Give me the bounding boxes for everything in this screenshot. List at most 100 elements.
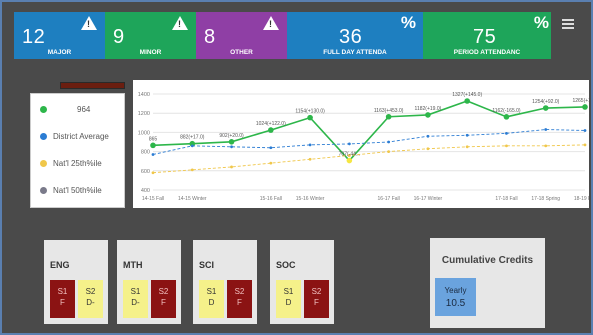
- tile-period-attendance[interactable]: 75 % PERIOD ATTENDANC: [423, 12, 551, 59]
- term-label: S2: [234, 287, 245, 296]
- x-tick-label: 16-17 Fall: [378, 196, 400, 202]
- y-tick-label: 1200: [138, 111, 150, 117]
- data-label: 1154(+130.0): [295, 109, 325, 115]
- data-point: [230, 145, 233, 149]
- data-point: [269, 146, 273, 150]
- x-tick-label: 17-18 Fall: [495, 196, 517, 202]
- data-label: 1265(+11.0: [572, 98, 589, 104]
- data-label: 1254(+92.0): [532, 99, 559, 105]
- subject-title: MTH: [123, 260, 143, 270]
- data-point: [385, 113, 392, 120]
- grade-value: D-: [131, 298, 140, 307]
- tile-label: MINOR: [139, 49, 162, 56]
- percent-icon: %: [400, 13, 416, 32]
- legend-item-student[interactable]: 964: [40, 105, 90, 114]
- subject-card-mth[interactable]: MTH S1 D- S2 F: [117, 240, 181, 324]
- data-point: [465, 133, 469, 137]
- grade-value: F: [237, 298, 242, 307]
- summary-tiles: 12 ! MAJOR 9 ! MINOR 8 ! OTHER 36 % FULL…: [14, 12, 551, 59]
- x-tick-label: 17-18 Spring: [531, 196, 560, 202]
- subject-card-sci[interactable]: SCI S1 D S2 F: [193, 240, 257, 324]
- y-tick-label: 800: [141, 150, 150, 156]
- data-point: [465, 145, 469, 149]
- tile-full-day-attendance[interactable]: 36 % FULL DAY ATTENDA: [287, 12, 423, 59]
- y-tick-label: 1400: [138, 92, 150, 98]
- tile-value: 12: [22, 26, 46, 48]
- data-point: [544, 128, 548, 131]
- tile-label: FULL DAY ATTENDA: [323, 49, 387, 56]
- grade-s1[interactable]: S1 D-: [123, 280, 148, 318]
- subject-title: SOC: [276, 260, 296, 270]
- grade-value: D: [285, 298, 292, 307]
- grade-s2[interactable]: S2 F: [304, 280, 329, 318]
- data-point: [308, 157, 312, 161]
- grade-value: F: [161, 298, 166, 307]
- data-point: [347, 142, 351, 146]
- cumulative-credits-card[interactable]: Cumulative Credits Yearly 10.5: [430, 238, 545, 328]
- tile-other[interactable]: 8 ! OTHER: [196, 12, 287, 59]
- data-point: [150, 142, 156, 149]
- data-label: 1024(+122.0): [256, 121, 286, 127]
- data-point: [387, 150, 391, 153]
- tile-major[interactable]: 12 ! MAJOR: [14, 12, 105, 59]
- data-label: 707(-44...: [339, 152, 360, 158]
- grade-value: D: [208, 298, 215, 307]
- series-line: [152, 144, 586, 174]
- data-point: [542, 105, 549, 111]
- data-point: [190, 144, 194, 148]
- grade-s2[interactable]: S2 D-: [78, 280, 103, 318]
- grade-value: D-: [86, 298, 95, 307]
- term-label: S2: [311, 287, 322, 296]
- legend-label: Nat'l 50th%ile: [53, 186, 102, 195]
- legend-item-nat50[interactable]: Nat'l 50th%ile: [40, 186, 102, 195]
- data-point: [505, 131, 508, 135]
- data-point: [426, 147, 430, 151]
- grade-s1[interactable]: S1 F: [50, 280, 75, 318]
- legend-label: District Average: [53, 132, 109, 141]
- term-label: S1: [206, 287, 217, 296]
- grade-s2[interactable]: S2 F: [151, 280, 176, 318]
- grade-s1[interactable]: S1 D: [199, 280, 224, 318]
- term-label: S1: [130, 287, 141, 296]
- term-label: S2: [85, 287, 96, 296]
- grade-s1[interactable]: S1 D: [276, 280, 301, 318]
- subject-card-eng[interactable]: ENG S1 F S2 D-: [44, 240, 108, 324]
- data-point: [307, 114, 313, 121]
- grade-value: F: [314, 298, 319, 307]
- dot-icon: [40, 133, 47, 140]
- menu-icon[interactable]: [562, 19, 574, 31]
- subject-card-soc[interactable]: SOC S1 D S2 F: [270, 240, 334, 324]
- data-point: [268, 127, 274, 133]
- tile-label: PERIOD ATTENDANC: [453, 49, 521, 56]
- credits-yearly-box[interactable]: Yearly 10.5: [435, 278, 476, 316]
- credits-title: Cumulative Credits: [441, 255, 534, 266]
- legend-item-district[interactable]: District Average: [40, 132, 109, 141]
- term-label: S1: [57, 287, 68, 296]
- term-label: S2: [158, 287, 169, 296]
- data-point: [151, 153, 155, 156]
- legend-label: Nat'l 25th%ile: [53, 159, 102, 168]
- data-point: [425, 112, 431, 118]
- x-tick-label: 14-15 Fall: [142, 196, 164, 202]
- legend-item-nat25[interactable]: Nat'l 25th%ile: [40, 159, 102, 168]
- x-tick-label: 15-16 Winter: [296, 196, 325, 202]
- term-label: S1: [283, 287, 294, 296]
- data-point: [346, 157, 353, 164]
- tile-value: 8: [204, 26, 216, 48]
- chart-svg: 40060080010001200140014-15 Fall 14-15 Win…: [138, 92, 593, 202]
- data-point: [464, 98, 470, 104]
- data-point: [503, 114, 510, 120]
- data-point: [544, 144, 548, 148]
- data-point: [308, 143, 312, 147]
- tile-minor[interactable]: 9 ! MINOR: [105, 12, 196, 59]
- subject-title: ENG: [50, 260, 70, 270]
- x-tick-label: 15-16 Fall: [260, 196, 282, 202]
- progress-bar: [60, 82, 125, 89]
- grade-s2[interactable]: S2 F: [227, 280, 252, 318]
- tile-value: 36: [339, 26, 363, 48]
- data-label: 882(+17.0): [180, 135, 205, 141]
- x-tick-label: 14-15 Winter: [178, 196, 207, 202]
- percent-icon: %: [533, 13, 549, 32]
- data-label: 1182(+19.0): [415, 106, 442, 112]
- tile-value: 9: [113, 26, 125, 48]
